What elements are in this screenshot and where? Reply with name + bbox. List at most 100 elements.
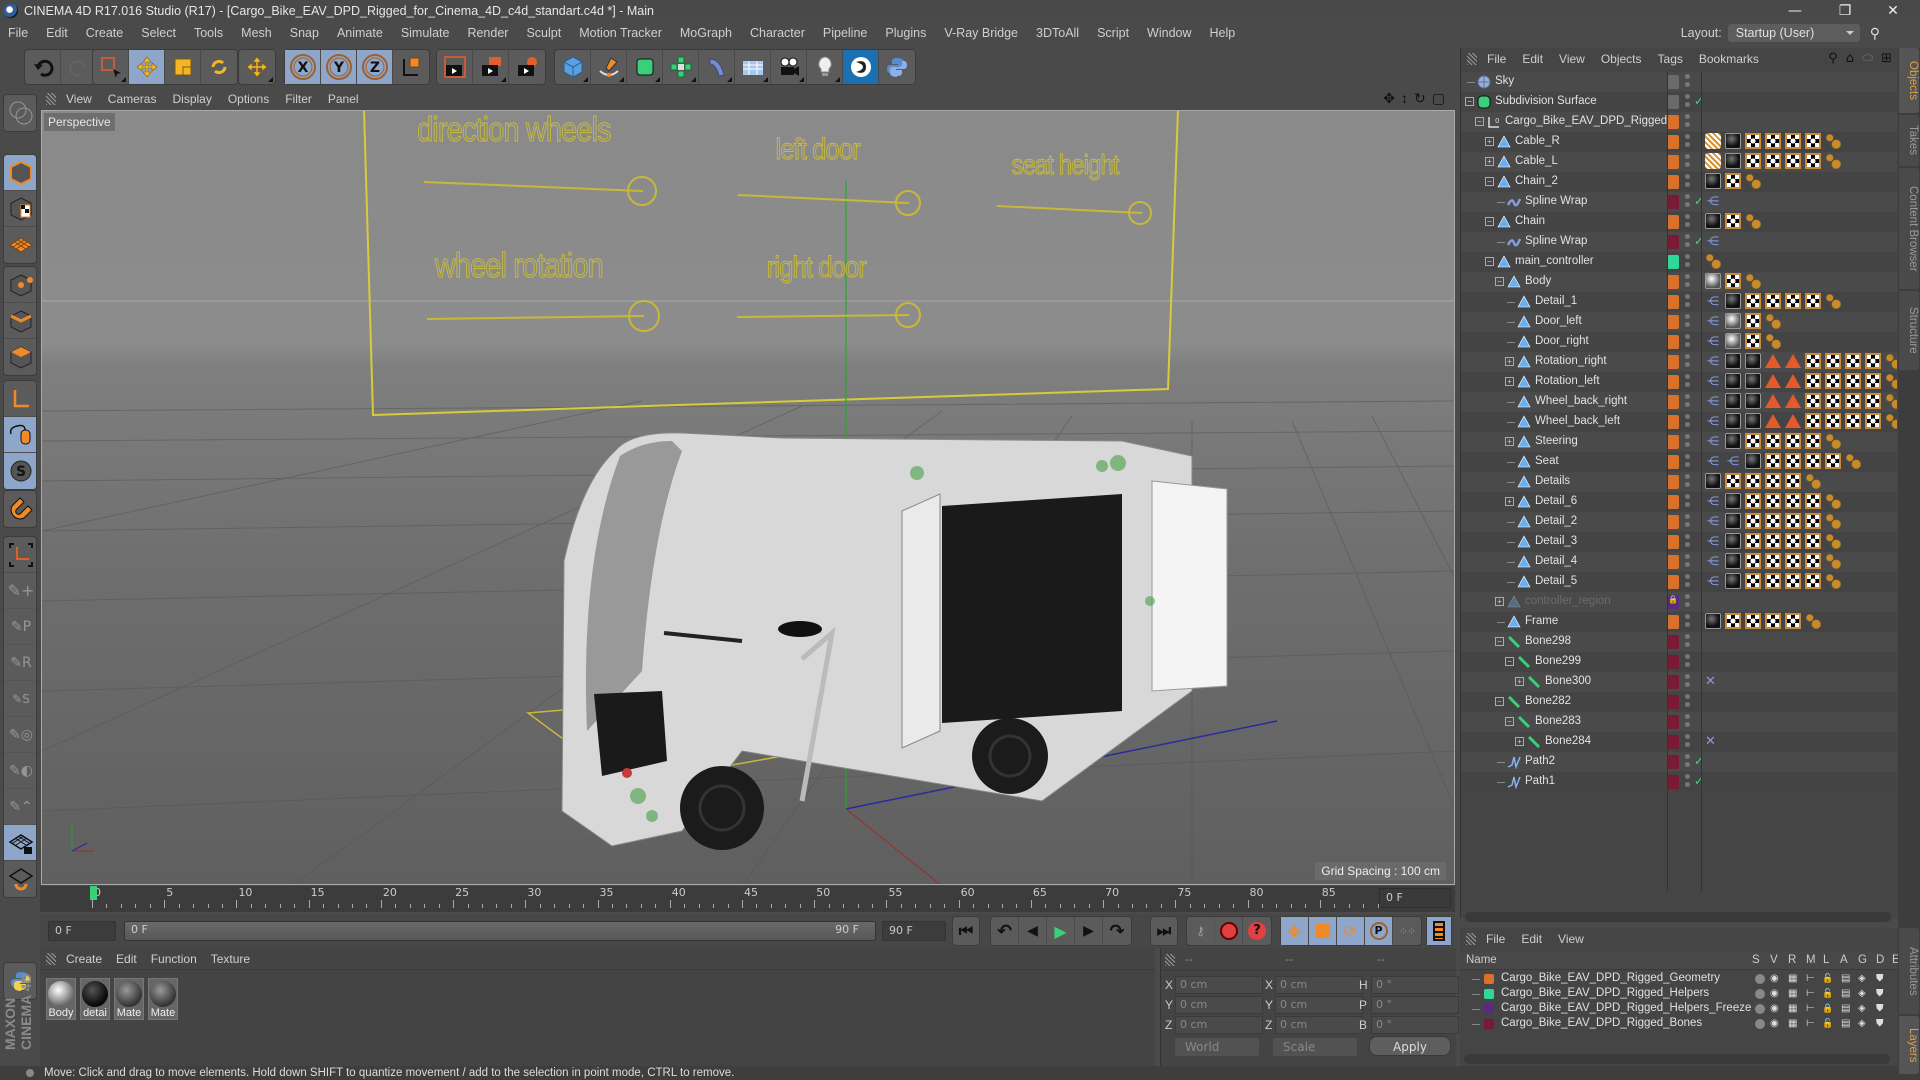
visibility-dots[interactable] (1685, 234, 1691, 250)
texture-tag-icon[interactable] (1805, 373, 1821, 389)
ik-target-tag-icon[interactable] (1765, 354, 1781, 368)
ik-target-tag-icon[interactable] (1765, 394, 1781, 408)
layer-color-swatch[interactable] (1667, 775, 1679, 789)
render-view-icon[interactable] (437, 50, 473, 84)
visibility-dots[interactable] (1685, 434, 1691, 450)
texture-tag-icon[interactable] (1785, 433, 1801, 449)
constraint-tag-icon[interactable] (1825, 553, 1841, 569)
side-tab-structure[interactable]: Structure (1899, 291, 1919, 370)
layer-generator-icon[interactable]: ◈ (1858, 1018, 1866, 1029)
visibility-dots[interactable] (1685, 774, 1691, 790)
texture-tag-icon[interactable] (1865, 393, 1881, 409)
object-row[interactable]: Door_left ⋲ (1461, 312, 1897, 332)
menu-edit[interactable]: Edit (46, 26, 68, 40)
texture-tag-icon[interactable] (1805, 293, 1821, 309)
key-position-filter-icon[interactable]: ✥ (1281, 917, 1309, 945)
texture-tag-icon[interactable] (1785, 293, 1801, 309)
coord-size-field[interactable]: 0 cm (1275, 996, 1363, 1014)
enabled-check-icon[interactable]: ✓ (1694, 94, 1704, 108)
current-frame-field[interactable]: 0 F (1379, 888, 1451, 908)
material-tag-icon[interactable] (1725, 533, 1741, 549)
expand-toggle-icon[interactable]: − (1485, 217, 1494, 226)
layer-render-icon[interactable]: ▦ (1788, 988, 1797, 999)
object-row[interactable]: Path1 ✓ (1461, 772, 1897, 792)
visibility-dots[interactable] (1685, 134, 1691, 150)
texture-tag-icon[interactable] (1785, 493, 1801, 509)
menu-motion-tracker[interactable]: Motion Tracker (579, 26, 662, 40)
visibility-dots[interactable] (1685, 454, 1691, 470)
texture-tag-icon[interactable] (1765, 553, 1781, 569)
texture-tag-icon[interactable] (1785, 473, 1801, 489)
selection-tag-icon[interactable]: ⋲ (1705, 533, 1721, 549)
key-rotation-icon[interactable]: ✎R (4, 645, 36, 681)
layer-visible-icon[interactable]: ◉ (1770, 988, 1779, 999)
panel-grip-icon[interactable] (46, 952, 56, 965)
layer-generator-icon[interactable]: ◈ (1858, 1003, 1866, 1014)
menu-pipeline[interactable]: Pipeline (823, 26, 867, 40)
texture-tag-icon[interactable] (1845, 353, 1861, 369)
object-row[interactable]: Sky (1461, 72, 1897, 92)
object-row[interactable]: + Cable_L (1461, 152, 1897, 172)
object-menu-tags[interactable]: Tags (1658, 52, 1683, 66)
constraint-tag-icon[interactable] (1745, 173, 1761, 189)
visibility-dots[interactable] (1685, 714, 1691, 730)
key-position-icon[interactable]: ✎P (4, 609, 36, 645)
layer-column-name[interactable]: Name (1466, 954, 1497, 966)
layer-color-swatch[interactable] (1667, 415, 1679, 429)
texture-tag-icon[interactable] (1765, 453, 1781, 469)
viewport-menu-options[interactable]: Options (228, 92, 269, 106)
object-menu-file[interactable]: File (1487, 52, 1506, 66)
material-tag-icon[interactable] (1745, 413, 1761, 429)
constraint-tag-icon[interactable] (1825, 153, 1841, 169)
constraint-tag-icon[interactable] (1825, 573, 1841, 589)
key-point-icon[interactable]: ✎⌃ (4, 789, 36, 825)
texture-tag-icon[interactable] (1865, 413, 1881, 429)
texture-tag-icon[interactable] (1785, 513, 1801, 529)
texture-tag-icon[interactable] (1785, 153, 1801, 169)
lock-open-icon[interactable]: 🔓 (1822, 973, 1833, 984)
tweak-mode-icon[interactable] (4, 417, 36, 453)
texture-tag-icon[interactable] (1765, 613, 1781, 629)
playhead[interactable] (90, 886, 97, 900)
autokey-icon[interactable]: ? (1243, 917, 1271, 945)
constraint-tag-icon[interactable] (1825, 133, 1841, 149)
menu-v-ray-bridge[interactable]: V-Ray Bridge (944, 26, 1018, 40)
visibility-dots[interactable] (1685, 114, 1691, 130)
expand-toggle-icon[interactable]: − (1475, 117, 1484, 126)
pan-view-icon[interactable]: ✥ (1383, 90, 1395, 107)
panel-grip-icon[interactable] (46, 93, 56, 105)
object-row[interactable]: − Chain (1461, 212, 1897, 232)
rotate-view-icon[interactable]: ↻ (1414, 90, 1426, 107)
menu-create[interactable]: Create (86, 26, 124, 40)
layer-animation-icon[interactable]: ▤ (1841, 1003, 1850, 1014)
viewport-menu-display[interactable]: Display (172, 92, 211, 106)
constraint-tag-icon[interactable] (1705, 253, 1721, 269)
material-tag-icon[interactable] (1725, 293, 1741, 309)
live-selection-icon[interactable] (93, 50, 129, 84)
visibility-dots[interactable] (1685, 314, 1691, 330)
snap-magnet-icon[interactable] (4, 491, 36, 527)
selection-tag-icon[interactable]: ⋲ (1705, 353, 1721, 369)
expand-toggle-icon[interactable]: + (1515, 737, 1524, 746)
layer-column-r[interactable]: R (1788, 954, 1796, 966)
expand-toggle-icon[interactable]: + (1505, 377, 1514, 386)
side-tab-objects[interactable]: Objects (1899, 48, 1919, 113)
layer-color-swatch[interactable] (1667, 95, 1679, 109)
constraint-tag-icon[interactable] (1805, 613, 1821, 629)
texture-tag-icon[interactable] (1845, 373, 1861, 389)
object-row[interactable]: Detail_5 ⋲ (1461, 572, 1897, 592)
layer-menu-file[interactable]: File (1486, 932, 1505, 946)
layer-color-swatch[interactable] (1667, 655, 1679, 669)
constraint-tag-icon[interactable] (1845, 453, 1861, 469)
layer-color-swatch[interactable] (1667, 115, 1679, 129)
visibility-dots[interactable] (1685, 214, 1691, 230)
visibility-dots[interactable] (1685, 494, 1691, 510)
menu-sculpt[interactable]: Sculpt (526, 26, 561, 40)
layer-manager-icon[interactable]: ⊢ (1806, 988, 1815, 999)
object-row[interactable]: + Bone300 ✕ (1461, 672, 1897, 692)
layer-solo-toggle[interactable] (1755, 1019, 1765, 1029)
layer-color-swatch[interactable] (1667, 695, 1679, 709)
motion-record-icon[interactable]: ⚷ (1187, 917, 1215, 945)
toggle-view-icon[interactable]: ▢ (1432, 90, 1445, 107)
render-to-picture-viewer-icon[interactable] (473, 50, 509, 84)
